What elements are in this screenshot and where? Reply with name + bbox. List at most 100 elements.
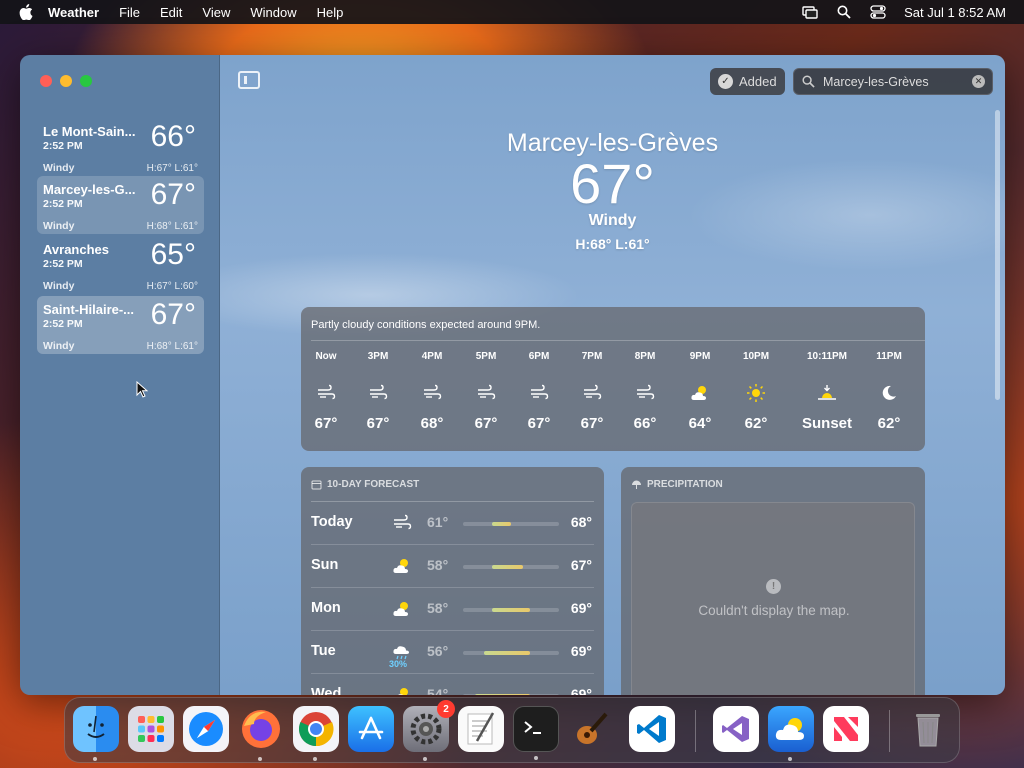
location-name: Le Mont-Sain... (43, 124, 136, 139)
launchpad-icon[interactable] (128, 706, 174, 752)
clear-search-icon[interactable]: ✕ (972, 75, 985, 88)
vscode-icon[interactable] (629, 706, 675, 752)
firefox-icon[interactable] (238, 706, 284, 761)
chrome-icon[interactable] (293, 706, 339, 761)
wind-icon (391, 512, 413, 534)
minimize-window-button[interactable] (60, 75, 72, 87)
close-window-button[interactable] (40, 75, 52, 87)
forecast-high: 67° (570, 557, 592, 573)
temp-range-track (463, 608, 559, 612)
sidebar-toggle-icon[interactable] (238, 71, 260, 89)
menu-edit[interactable]: Edit (160, 5, 182, 20)
visual-studio-icon[interactable] (713, 706, 759, 752)
menu-file[interactable]: File (119, 5, 140, 20)
search-input[interactable]: Marcey-les-Grèves (823, 75, 929, 89)
running-indicator (313, 757, 317, 761)
location-name: Marcey-les-G... (43, 182, 136, 197)
precip-probability: 30% (389, 659, 408, 669)
running-indicator (258, 757, 262, 761)
hour-temp: 68° (420, 415, 444, 432)
trash-icon[interactable] (905, 706, 951, 752)
location-time: 2:52 PM (43, 198, 83, 210)
temp-range-bar (491, 565, 523, 569)
hour-temp: 67° (314, 415, 338, 432)
hourly-forecast-panel[interactable]: Partly cloudy conditions expected around… (301, 307, 925, 451)
location-condition: Windy (43, 162, 75, 174)
menu-window[interactable]: Window (250, 5, 296, 20)
sun-icon (731, 383, 781, 403)
partly-cloudy-icon (391, 555, 413, 577)
location-high-low: H:68° L:61° (146, 341, 198, 352)
system-settings-icon[interactable]: 2 (403, 700, 455, 761)
forecast-high: 69° (570, 600, 592, 616)
temp-range-track (463, 651, 559, 655)
app-store-icon[interactable] (348, 706, 394, 752)
hour-label: 10PM (742, 351, 770, 362)
wind-icon (514, 383, 564, 403)
news-icon[interactable] (823, 706, 869, 752)
notification-badge: 2 (437, 700, 455, 718)
garageband-icon[interactable] (568, 706, 614, 752)
scrollbar[interactable] (995, 110, 1000, 400)
hourly-item: 10:11PM Sunset (797, 351, 857, 432)
wind-icon (301, 383, 351, 403)
map-error-message: Couldn't display the map. (698, 603, 850, 618)
ten-day-forecast-panel[interactable]: 10-DAY FORECAST Today 61° 68° Sun 58° 67° Mon 5… (301, 467, 604, 695)
hourly-item: 4PM 68° (407, 351, 457, 432)
forecast-row[interactable]: Sun 58° 67° (311, 545, 594, 588)
temp-range-bar (491, 608, 531, 612)
menu-app-name[interactable]: Weather (48, 5, 99, 20)
menu-view[interactable]: View (202, 5, 230, 20)
forecast-low: 56° (427, 643, 449, 659)
hour-label: Now (315, 351, 337, 362)
control-center-icon[interactable] (870, 5, 886, 19)
forecast-row[interactable]: Tue 30% 56° 69° (311, 631, 594, 674)
terminal-icon[interactable] (513, 706, 559, 760)
forecast-low: 54° (427, 686, 449, 695)
hour-label: 10:11PM (806, 351, 848, 362)
running-indicator (534, 756, 538, 760)
forecast-row[interactable]: Today 61° 68° (311, 502, 594, 545)
location-temp: 67° (150, 298, 196, 331)
sidebar-item-location-dragging[interactable]: Saint-Hilaire-... 2:52 PM 67° Windy H:68… (37, 296, 204, 354)
forecast-title-label: 10-DAY FORECAST (327, 479, 420, 490)
hour-temp: Sunset (801, 415, 852, 432)
sidebar-item-location-selected[interactable]: Marcey-les-G... 2:52 PM 67° Windy H:68° … (37, 176, 204, 234)
dock-separator (695, 710, 696, 752)
partly-cloudy-icon (675, 383, 725, 403)
menu-clock[interactable]: Sat Jul 1 8:52 AM (904, 5, 1006, 20)
location-time: 2:52 PM (43, 258, 83, 270)
search-field[interactable]: Marcey-les-Grèves ✕ (793, 68, 993, 95)
zoom-window-button[interactable] (80, 75, 92, 87)
apple-menu-icon[interactable] (18, 4, 34, 20)
forecast-row[interactable]: Mon 58° 69° (311, 588, 594, 631)
finder-icon[interactable] (73, 706, 119, 761)
partly-cloudy-icon (391, 598, 413, 620)
menu-help[interactable]: Help (317, 5, 344, 20)
forecast-day: Wed (311, 686, 342, 695)
safari-icon[interactable] (183, 706, 229, 752)
hour-temp: 67° (527, 415, 551, 432)
weather-app-icon[interactable] (768, 706, 814, 761)
forecast-row[interactable]: Wed 54° 69° (311, 674, 594, 695)
hourly-summary: Partly cloudy conditions expected around… (311, 319, 541, 331)
hour-temp: 67° (474, 415, 498, 432)
screen-mirroring-icon[interactable] (802, 5, 818, 19)
hour-label: 3PM (367, 351, 389, 362)
added-button[interactable]: ✓ Added (710, 68, 785, 95)
forecast-day: Tue (311, 643, 336, 659)
forecast-low: 61° (427, 514, 449, 530)
window-controls (40, 75, 92, 87)
forecast-high: 68° (570, 514, 592, 530)
temp-range-bar (484, 651, 531, 655)
spotlight-search-icon[interactable] (836, 5, 852, 19)
precipitation-panel[interactable]: PRECIPITATION ! Couldn't display the map… (621, 467, 925, 695)
dock-separator (889, 710, 890, 752)
info-icon: ! (766, 579, 781, 594)
sidebar-item-location[interactable]: Avranches 2:52 PM 65° Windy H:67° L:60° (37, 236, 204, 294)
precipitation-map[interactable]: ! Couldn't display the map. (631, 502, 915, 695)
hourly-item: 9PM 64° (675, 351, 725, 432)
textedit-icon[interactable] (458, 706, 504, 752)
hour-label: 5PM (475, 351, 497, 362)
sidebar-item-location[interactable]: Le Mont-Sain... 2:52 PM 66° Windy H:67° … (37, 118, 204, 176)
